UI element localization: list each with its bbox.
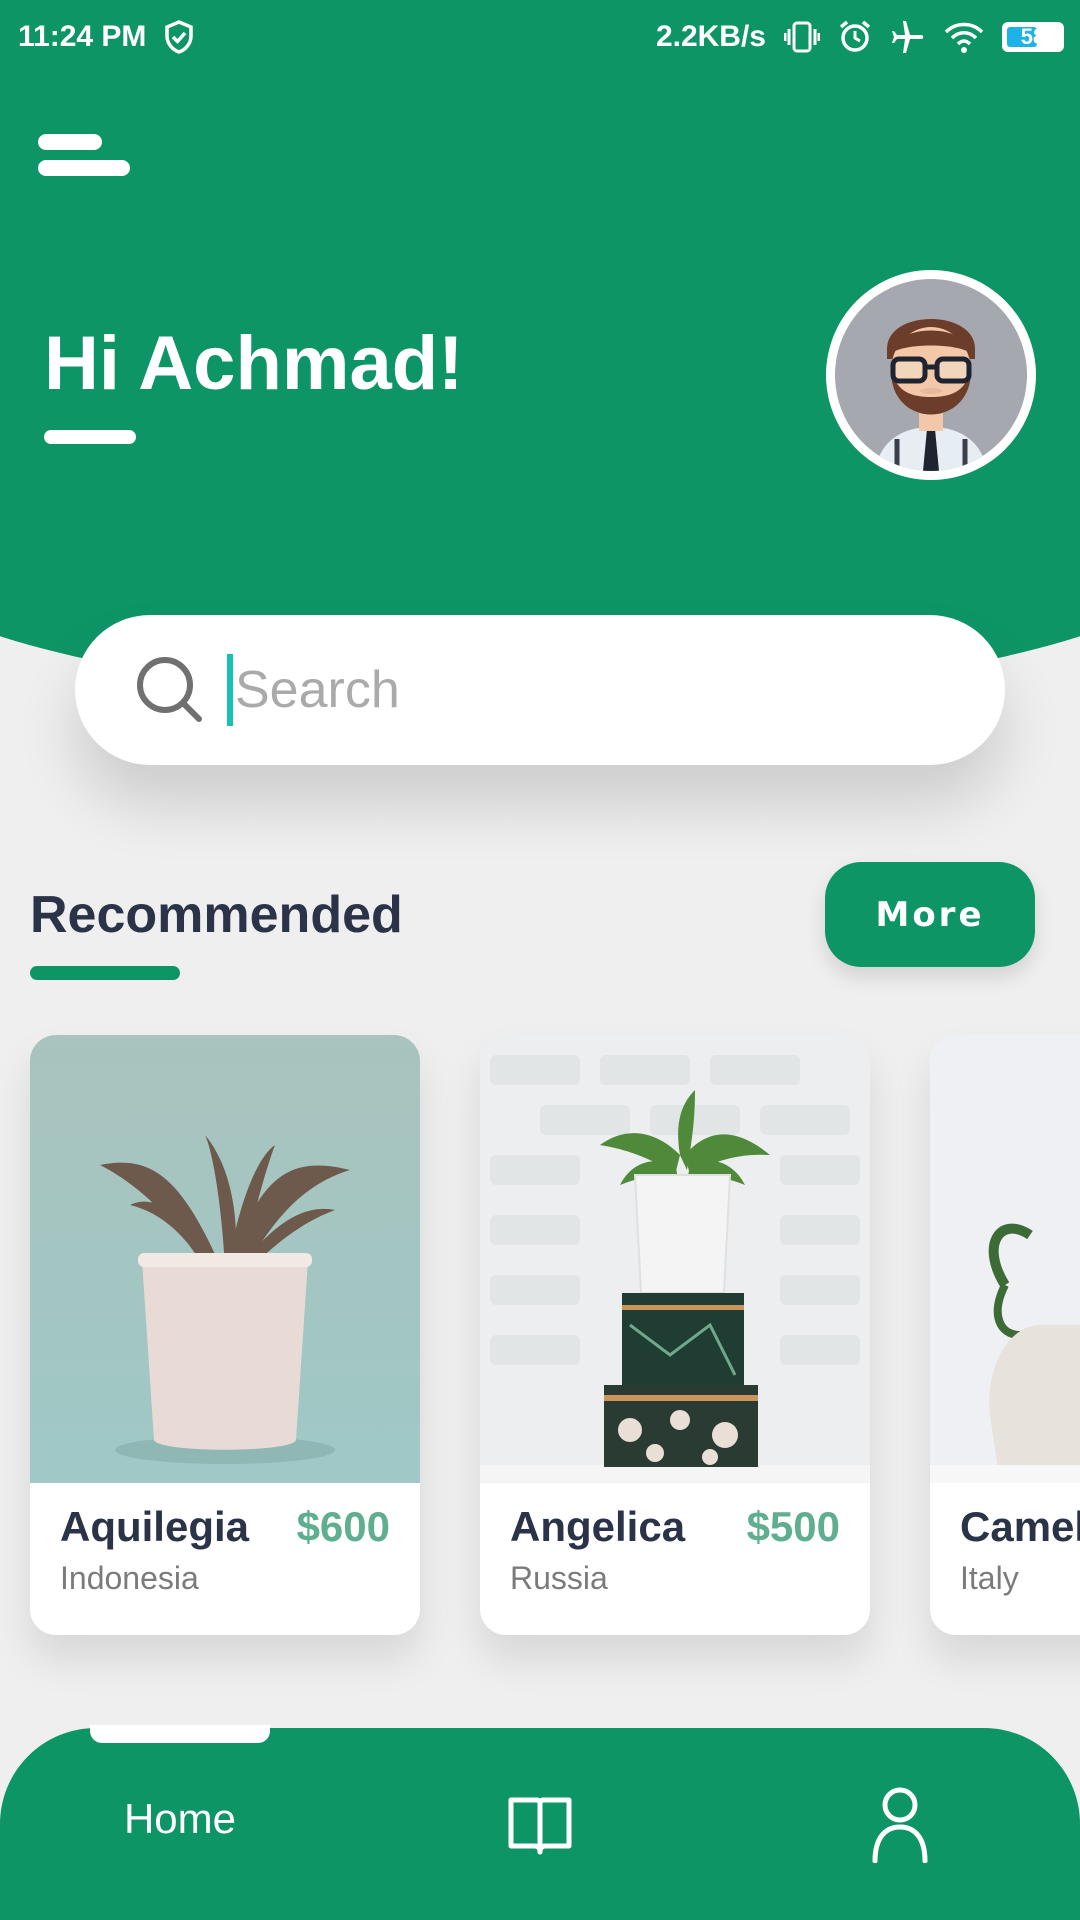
alarm-icon	[839, 20, 871, 52]
menu-bar-top	[38, 134, 102, 150]
plant-image	[480, 1035, 870, 1483]
status-bar: 11:24 PM 2.2KB/s 58	[0, 0, 1080, 74]
wifi-icon	[944, 22, 984, 53]
plant-name: Camel	[960, 1503, 1080, 1550]
search-bar[interactable]	[75, 615, 1005, 765]
plant-image	[30, 1035, 420, 1483]
greeting-title: Hi Achmad!	[44, 321, 464, 406]
plant-name: Angelica	[510, 1503, 686, 1550]
greeting-underline	[44, 430, 136, 444]
user-icon[interactable]	[870, 1785, 930, 1863]
plant-card[interactable]: Aquilegia $600 Indonesia	[30, 1035, 420, 1635]
menu-icon[interactable]	[38, 130, 132, 180]
search-input[interactable]	[235, 660, 915, 720]
vibrate-icon	[784, 21, 820, 53]
plant-image	[930, 1035, 1080, 1483]
nav-home[interactable]: Home	[110, 1795, 250, 1843]
plant-country: Italy	[960, 1560, 1019, 1596]
section-title: Recommended	[30, 886, 403, 944]
active-tab-indicator	[90, 1725, 270, 1743]
shield-check-icon	[165, 20, 194, 54]
text-cursor	[227, 654, 233, 726]
battery-icon: 58	[1002, 22, 1064, 52]
plant-price: $600	[296, 1503, 390, 1550]
section-underline	[30, 966, 180, 980]
status-right: 2.2KB/s 58	[656, 20, 1064, 54]
plant-card[interactable]: Angelica $500 Russia	[480, 1035, 870, 1635]
status-left: 11:24 PM	[18, 20, 194, 54]
app-screen: 11:24 PM 2.2KB/s 58 Hi Achmad! Search Re…	[0, 0, 1080, 1920]
plant-country: Indonesia	[60, 1560, 199, 1596]
search-icon	[137, 657, 202, 722]
menu-bar-bottom	[38, 160, 130, 176]
status-time: 11:24 PM	[18, 20, 147, 53]
book-icon[interactable]	[505, 1790, 575, 1860]
plant-card[interactable]: Camel Italy	[930, 1035, 1080, 1635]
plant-name: Aquilegia	[60, 1503, 250, 1550]
airplane-icon	[892, 21, 924, 53]
battery-level: 58	[1020, 24, 1046, 49]
plant-country: Russia	[510, 1560, 608, 1596]
network-speed: 2.2KB/s	[655, 20, 766, 53]
plant-price: $500	[746, 1503, 840, 1550]
avatar[interactable]	[826, 270, 1036, 480]
battery-body: 58	[1002, 22, 1064, 52]
more-button[interactable]: More	[825, 862, 1035, 967]
avatar-illustration	[835, 279, 1027, 471]
